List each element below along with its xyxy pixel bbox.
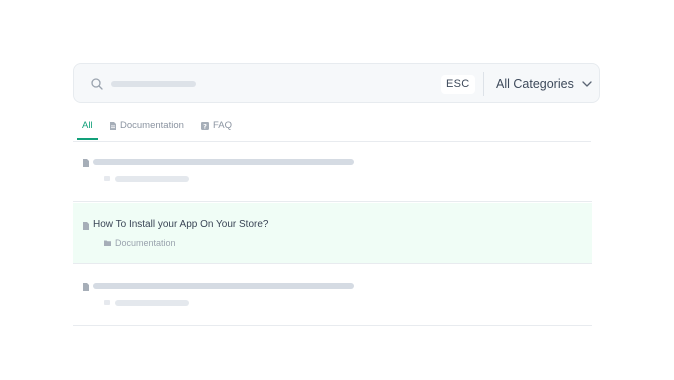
tab-faq[interactable]: ? FAQ (201, 116, 232, 140)
search-input-skeleton[interactable] (111, 81, 196, 87)
title-skeleton (93, 283, 354, 289)
tab-documentation[interactable]: Documentation (110, 116, 184, 140)
title-skeleton (93, 159, 354, 165)
search-bar[interactable]: ESC All Categories (73, 63, 600, 103)
folder-icon (104, 176, 110, 181)
tab-documentation-label: Documentation (120, 120, 184, 131)
esc-key-hint[interactable]: ESC (441, 75, 475, 94)
category-skeleton (115, 300, 189, 306)
tab-bar: All Documentation ? FAQ (73, 116, 591, 142)
result-item-loading[interactable] (73, 141, 592, 202)
tab-all[interactable]: All (77, 116, 98, 140)
document-icon (83, 222, 89, 230)
category-skeleton (115, 176, 189, 182)
search-divider (483, 72, 484, 96)
category-select[interactable]: All Categories (496, 75, 592, 93)
svg-text:?: ? (203, 123, 207, 130)
tab-faq-label: FAQ (213, 120, 233, 131)
folder-icon (104, 300, 110, 305)
result-category: Documentation (115, 238, 176, 248)
faq-icon: ? (201, 122, 209, 130)
result-title[interactable]: How To Install your App On Your Store? (93, 218, 268, 232)
document-icon (110, 122, 116, 130)
chevron-down-icon (582, 81, 592, 87)
result-item-loading[interactable] (73, 265, 592, 326)
search-icon (91, 78, 103, 90)
document-icon (83, 159, 89, 167)
folder-icon (104, 240, 111, 246)
category-select-label: All Categories (496, 77, 574, 91)
result-item[interactable]: How To Install your App On Your Store? D… (73, 203, 592, 264)
document-icon (83, 283, 89, 291)
tab-all-label: All (82, 120, 93, 131)
